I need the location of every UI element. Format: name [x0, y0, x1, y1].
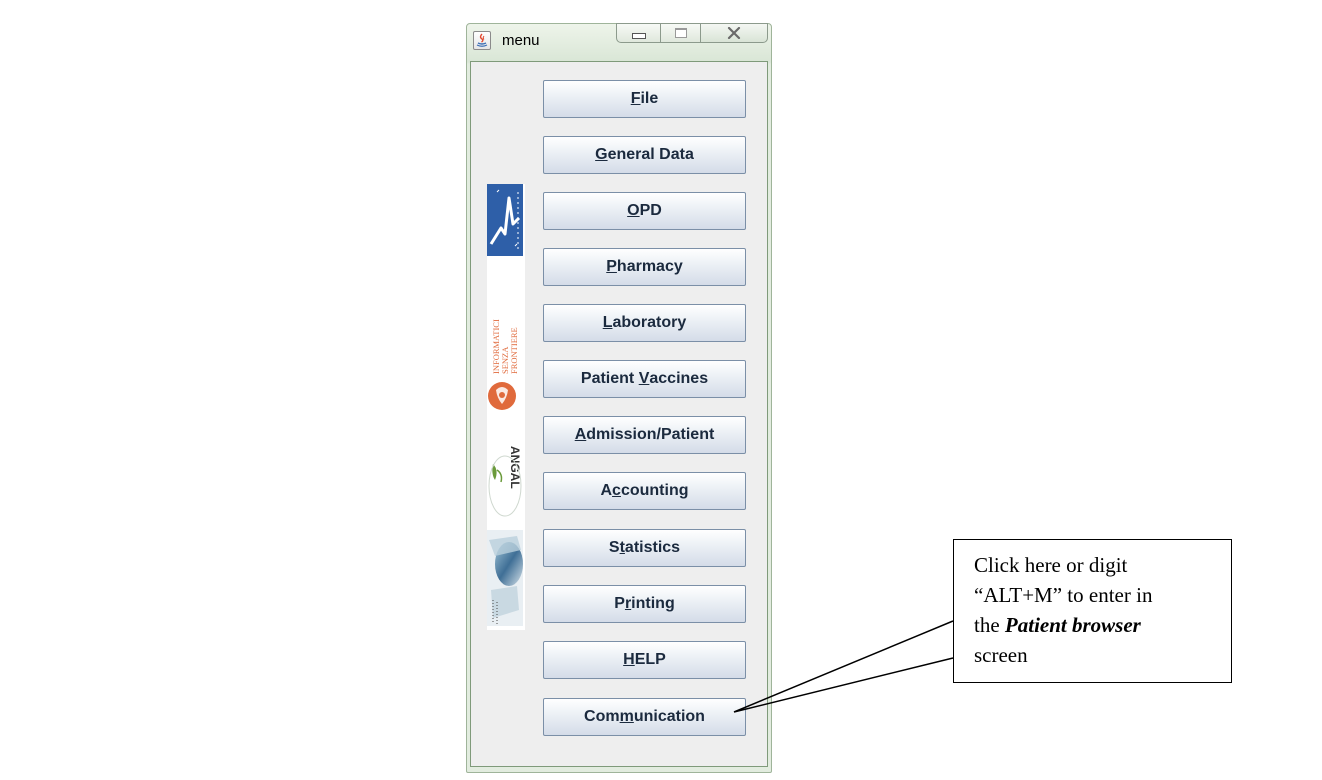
button-label: eneral Data	[607, 146, 694, 163]
mnemonic-letter: H	[623, 651, 635, 668]
heartbeat-logo	[487, 184, 523, 256]
button-label: PD	[639, 202, 662, 219]
opd-button[interactable]: O PD	[543, 192, 746, 230]
callout-line: “ALT+M” to enter in	[974, 583, 1153, 607]
menu-panel: INFORMATICI SENZA FRONTIERE ANGAL F ile …	[470, 61, 768, 767]
medical-photo-logo	[487, 530, 523, 626]
statistics-button[interactable]: St atistics	[543, 529, 746, 567]
button-label: A	[600, 482, 613, 499]
laboratory-button[interactable]: Laboratory	[543, 304, 746, 342]
button-label: harmacy	[616, 258, 683, 275]
maximize-button[interactable]	[661, 23, 701, 43]
mnemonic-letter: A	[574, 426, 587, 443]
button-label: counting	[620, 482, 689, 499]
svg-text:FRONTIERE: FRONTIERE	[509, 327, 519, 374]
pharmacy-button[interactable]: Pharmacy	[543, 248, 746, 286]
svg-text:ANGAL: ANGAL	[508, 446, 522, 489]
button-label: unication	[633, 708, 705, 725]
maximize-icon	[674, 28, 687, 38]
callout-line: screen	[974, 643, 1028, 667]
minimize-button[interactable]	[616, 23, 661, 43]
mnemonic-letter: G	[595, 146, 608, 163]
button-label: inting	[631, 595, 675, 612]
java-app-icon[interactable]	[473, 31, 491, 50]
button-label: accines	[649, 370, 709, 387]
mnemonic-letter: c	[612, 482, 621, 499]
logo-strip: INFORMATICI SENZA FRONTIERE ANGAL	[487, 184, 525, 630]
file-button[interactable]: File	[543, 80, 746, 118]
informatici-senza-frontiere-logo: INFORMATICI SENZA FRONTIERE	[487, 262, 523, 432]
button-label: ile	[640, 90, 659, 107]
callout-line: the Patient browser	[974, 610, 1213, 640]
mnemonic-letter: O	[627, 202, 640, 219]
button-label: dmission/Patient	[586, 426, 715, 443]
instruction-callout: Click here or digit “ALT+M” to enter in …	[953, 539, 1232, 683]
admission-patient-button[interactable]: Admission/Patient	[543, 416, 746, 454]
minimize-icon	[631, 33, 646, 39]
button-label: P	[614, 595, 625, 612]
callout-line: Click here or digit	[974, 553, 1128, 577]
title-bar[interactable]: menu	[467, 23, 771, 60]
button-label: Com	[584, 708, 620, 725]
angal-logo: ANGAL	[487, 440, 523, 522]
menu-window: menu INFORMATICI SENZA FRONTIERE ANGAL F…	[466, 23, 772, 773]
button-label: aboratory	[612, 314, 687, 331]
callout-emphasis: Patient browser	[1004, 613, 1141, 637]
patient-vaccines-button[interactable]: Patient Vaccines	[543, 360, 746, 398]
mnemonic-letter: V	[638, 370, 650, 387]
accounting-button[interactable]: Ac counting	[543, 472, 746, 510]
mnemonic-letter: P	[606, 258, 617, 275]
button-label: Patient	[580, 370, 639, 387]
caption-buttons	[616, 23, 768, 47]
mnemonic-letter: F	[630, 90, 641, 107]
button-label: atistics	[624, 539, 681, 556]
callout-text: the	[974, 613, 1005, 637]
help-button[interactable]: H ELP	[543, 641, 746, 679]
printing-button[interactable]: Pr inting	[543, 585, 746, 623]
mnemonic-letter: m	[619, 708, 634, 725]
close-button[interactable]	[701, 23, 768, 43]
general-data-button[interactable]: General Data	[543, 136, 746, 174]
communication-button[interactable]: Com m unication	[543, 698, 746, 736]
window-title: menu	[502, 32, 540, 49]
mnemonic-letter: L	[602, 314, 613, 331]
button-label: S	[608, 539, 620, 556]
close-icon	[727, 27, 741, 39]
button-label: ELP	[634, 651, 666, 668]
